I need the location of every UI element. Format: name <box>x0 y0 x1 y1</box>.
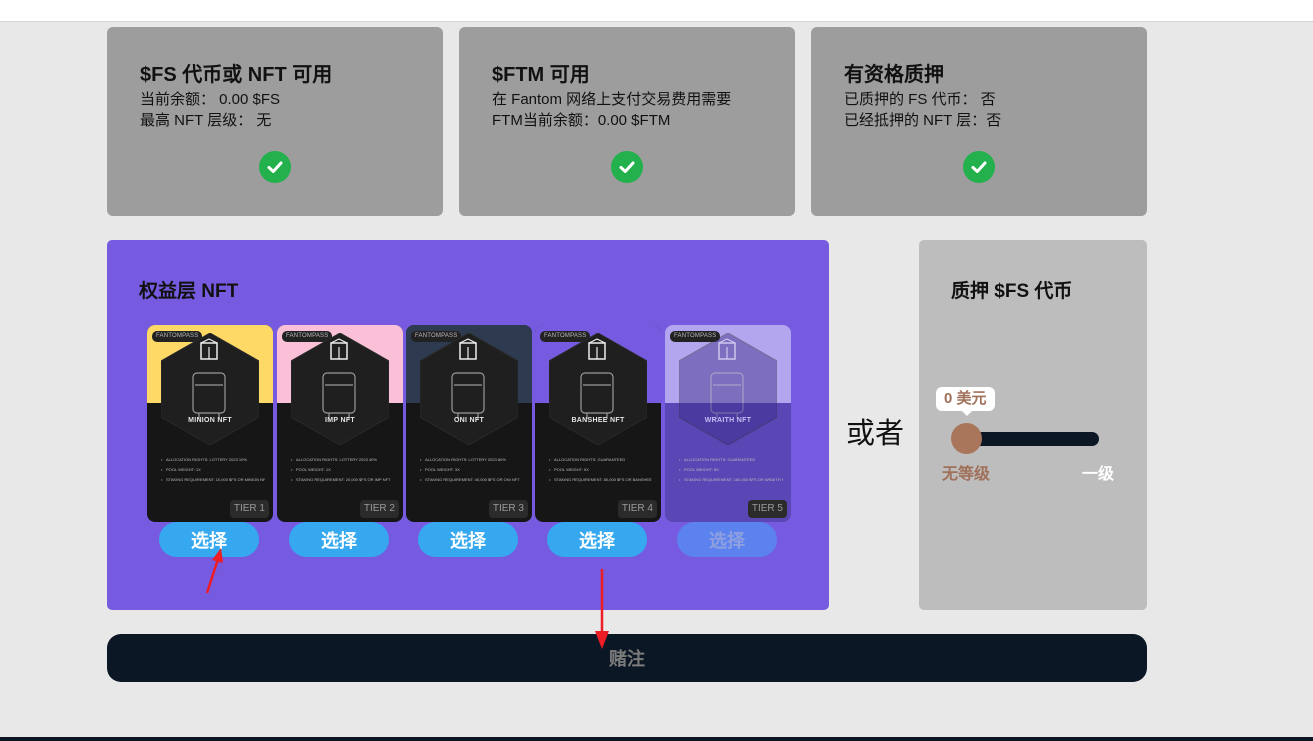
nft-details: ALLOCATION RIGHTS: LOTTERY 2023 40% POOL … <box>291 457 395 487</box>
nft-detail-line: ALLOCATION RIGHTS: GUARANTEED <box>679 457 783 462</box>
slider-tick-none: 无等级 <box>942 466 991 483</box>
nft-name: ONI NFT <box>453 417 485 424</box>
nft-hexagon-art <box>420 333 518 445</box>
nft-detail-line: STAKING REQUIREMENT: 40,000 $FS OR ONI N… <box>420 477 524 482</box>
requirement-line: 已经抵押的 NFT 层：否 <box>844 112 1002 129</box>
nft-tier-label: TIER 1 <box>229 500 269 518</box>
or-label: 或者 <box>846 418 905 450</box>
nft-card-tier-4: FANTOMPASSBANSHEE NFTALLOCATION RIGHTS: … <box>535 325 661 522</box>
nft-card-tier-1: FANTOMPASSMINION NFTALLOCATION RIGHTS: L… <box>147 325 273 522</box>
nft-detail-line: POOL WEIGHT: 3X <box>420 467 524 472</box>
requirement-card-fs-or-nft: $FS 代币或 NFT 可用 当前余额： 0.00 $FS 最高 NFT 层级：… <box>107 27 443 216</box>
nft-detail-line: STAKING REQUIREMENT: 10,000 $FS OR MINIO… <box>161 477 265 482</box>
nft-name: MINION NFT <box>188 417 232 424</box>
select-tier-2-button[interactable]: 选择 <box>289 522 389 557</box>
nft-tier-label: TIER 5 <box>747 500 787 518</box>
browser-top-bar <box>0 0 1313 22</box>
requirement-title: $FTM 可用 <box>492 64 590 86</box>
select-tier-4-button[interactable]: 选择 <box>547 522 647 557</box>
requirement-line: 在 Fantom 网络上支付交易费用需要 <box>492 91 732 108</box>
checkmark-icon <box>611 151 643 183</box>
nft-hexagon-art <box>291 333 389 445</box>
nft-detail-line: ALLOCATION RIGHTS: GUARANTEED <box>549 457 653 462</box>
annotation-arrow-icon <box>595 569 609 649</box>
nft-card-tier-3: FANTOMPASSONI NFTALLOCATION RIGHTS: LOTT… <box>406 325 532 522</box>
select-tier-3-button[interactable]: 选择 <box>418 522 518 557</box>
nft-detail-line: STAKING REQUIREMENT: 20,000 $FS OR IMP N… <box>291 477 395 482</box>
bottom-bar <box>0 737 1313 741</box>
requirement-title: 有资格质押 <box>844 64 944 86</box>
nft-detail-line: POOL WEIGHT: 5X <box>549 467 653 472</box>
nft-tier-label: TIER 2 <box>359 500 399 518</box>
nft-card-tier-5: FANTOMPASSWRAITH NFTALLOCATION RIGHTS: G… <box>665 325 791 522</box>
requirement-card-ftm: $FTM 可用 在 Fantom 网络上支付交易费用需要 FTM当前余额：0.0… <box>459 27 795 216</box>
stake-button[interactable]: 赌注 <box>107 634 1147 682</box>
nft-name: IMP NFT <box>325 417 355 424</box>
select-tier-5-button[interactable]: 选择 <box>677 522 777 557</box>
nft-detail-line: ALLOCATION RIGHTS: LOTTERY 2023 80% <box>420 457 524 462</box>
requirement-line: 已质押的 FS 代币： 否 <box>844 91 996 108</box>
requirement-card-eligible: 有资格质押 已质押的 FS 代币： 否 已经抵押的 NFT 层：否 <box>811 27 1147 216</box>
nft-hexagon-art <box>549 333 647 445</box>
nft-detail-line: ALLOCATION RIGHTS: LOTTERY 2023 40% <box>291 457 395 462</box>
nft-detail-line: STAKING REQUIREMENT: 80,000 $FS OR BANSH… <box>549 477 653 482</box>
stake-slider-thumb[interactable] <box>951 423 982 454</box>
slider-tick-tier1: 一级 <box>1082 466 1115 483</box>
nft-panel-title: 权益层 NFT <box>139 281 239 302</box>
nft-details: ALLOCATION RIGHTS: GUARANTEED POOL WEIGHT… <box>549 457 653 487</box>
slider-value-bubble: 0 美元 <box>936 387 995 416</box>
requirement-line: FTM当前余额：0.00 $FTM <box>492 112 671 129</box>
annotation-arrow-icon <box>205 548 223 594</box>
nft-tier-label: TIER 4 <box>617 500 657 518</box>
requirement-title: $FS 代币或 NFT 可用 <box>140 64 333 86</box>
nft-tier-label: TIER 3 <box>488 500 528 518</box>
nft-hexagon-art <box>679 333 777 445</box>
requirement-line: 最高 NFT 层级： 无 <box>140 112 272 129</box>
stake-fs-panel: 质押 $FS 代币 0 美元 无等级 一级 <box>919 240 1147 610</box>
nft-detail-line: STAKING REQUIREMENT: 160,000 $FS OR WRAI… <box>679 477 783 482</box>
nft-details: ALLOCATION RIGHTS: GUARANTEED POOL WEIGHT… <box>679 457 783 487</box>
checkmark-icon <box>963 151 995 183</box>
nft-name: WRAITH NFT <box>704 417 752 424</box>
nft-details: ALLOCATION RIGHTS: LOTTERY 2023 10% POOL … <box>161 457 265 487</box>
nft-name: BANSHEE NFT <box>571 417 625 424</box>
nft-detail-line: POOL WEIGHT: 1X <box>161 467 265 472</box>
nft-hexagon-art <box>161 333 259 445</box>
nft-details: ALLOCATION RIGHTS: LOTTERY 2023 80% POOL … <box>420 457 524 487</box>
nft-detail-line: POOL WEIGHT: 1X <box>291 467 395 472</box>
stake-panel-title: 质押 $FS 代币 <box>951 281 1073 302</box>
checkmark-icon <box>259 151 291 183</box>
nft-detail-line: POOL WEIGHT: 8X <box>679 467 783 472</box>
nft-detail-line: ALLOCATION RIGHTS: LOTTERY 2023 10% <box>161 457 265 462</box>
requirement-line: 当前余额： 0.00 $FS <box>140 91 281 108</box>
nft-card-tier-2: FANTOMPASSIMP NFTALLOCATION RIGHTS: LOTT… <box>277 325 403 522</box>
